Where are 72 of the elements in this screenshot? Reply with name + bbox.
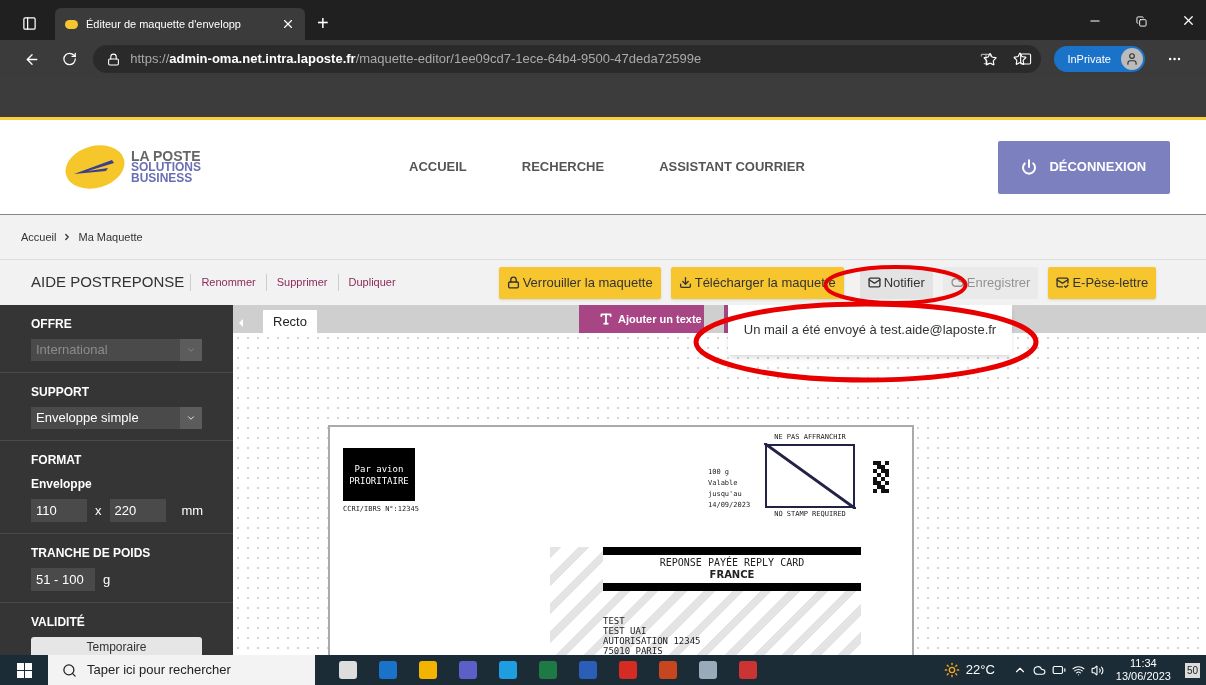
close-icon[interactable] [1181,13,1196,28]
favorites-icon[interactable] [983,51,998,67]
power-icon [1021,159,1038,175]
volume-icon[interactable] [1090,663,1104,677]
temperature: 22°C [965,661,995,680]
height-field[interactable]: 220 [109,499,166,522]
validity-button[interactable]: Temporaire [31,637,202,657]
breadcrumb-link[interactable]: Accueil [21,228,57,246]
address-bar[interactable]: https://admin-oma.net.intra.laposte.fr/maquette-editor/1ee09cd7-1ece-64b4-9500-47deda72599e [93,45,1041,73]
toolbar-button[interactable]: Verrouiller la maquette [498,266,661,299]
nav-link[interactable]: ASSISTANT COURRIER [659,157,805,177]
bird-logo-icon [64,144,126,190]
close-icon[interactable] [281,17,295,31]
unit-label: g [103,570,111,589]
width-field[interactable]: 110 [31,499,87,522]
cloud-icon[interactable] [1032,663,1046,677]
cloud-icon [950,276,964,289]
weather-icon [943,662,960,678]
action-link[interactable]: Dupliquer [337,274,406,291]
profile-button[interactable]: InPrivate [1054,46,1145,72]
times-sign: x [95,501,102,520]
mockup-title: AIDE POSTREPONSE [31,272,185,293]
section-title: FORMAT [31,452,83,469]
refresh-icon[interactable] [62,51,78,67]
new-tab-button[interactable]: + [317,13,329,33]
text-icon [598,312,613,326]
restore-icon[interactable] [1136,16,1147,27]
datamatrix-code-icon [873,460,889,494]
field-label: Enveloppe [31,476,93,493]
notification-count[interactable]: 50 [1184,662,1200,678]
reply-title: REPONSE PAYÉE REPLY CARD [659,557,805,569]
weight-field[interactable]: 51 - 100 [31,568,95,591]
lock-icon [506,276,520,289]
tab-actions-icon[interactable] [22,16,37,31]
envelope-icon [867,276,881,289]
country-label: FRANCE [709,569,755,581]
site-logo-icon [65,19,78,29]
action-link[interactable]: Renommer [190,274,266,291]
notification-text: Un mail a été envoyé à test.aide@laposte.fr [743,321,997,340]
section-title: TRANCHE DE POIDS [31,545,152,562]
envelope-check-icon [1056,276,1070,289]
taskbar-search[interactable]: Taper ici pour rechercher [48,655,315,685]
logout-button[interactable]: DÉCONNEXION [997,140,1170,194]
caret-icon [180,407,202,429]
section-title: OFFRE [31,316,73,333]
wifi-icon[interactable] [1071,663,1085,677]
caret-icon [180,339,202,361]
side-tab[interactable]: Recto [263,310,317,333]
toolbar-button[interactable]: E-Pèse-lettre [1048,266,1157,299]
breadcrumb-link[interactable]: Ma Maquette [78,228,143,246]
avatar-icon [1120,48,1143,70]
airmail-label: Par avion PRIORITAIRE [343,448,415,501]
dropdown[interactable]: Enveloppe simple [31,407,202,429]
section-title: VALIDITÉ [31,613,86,631]
action-link[interactable]: Supprimer [265,274,338,291]
clock[interactable]: 11:34 13/06/2023 [1115,657,1171,683]
address-text: TEST TEST UAI AUTORISATION 12345 75010 PARIS [603,616,701,655]
crossed-stamp-box-icon [764,442,856,509]
unit-label: mm [181,501,204,520]
collections-icon[interactable] [1019,52,1033,66]
battery-icon[interactable] [1051,663,1066,677]
read-aloud-icon[interactable] [979,52,993,66]
section-title: SUPPORT [31,384,90,401]
nav-link[interactable]: RECHERCHE [521,157,605,177]
browser-tab[interactable]: Éditeur de maquette d'envelopp [55,8,305,40]
search-icon [62,662,77,678]
logo-text: LA POSTE SOLUTIONS BUSINESS [131,150,201,184]
lock-icon [107,52,121,66]
add-text-button[interactable]: Ajouter un texte [578,305,704,333]
nav-link[interactable]: ACCUEIL [409,157,467,177]
favorite-icon[interactable] [1013,52,1027,66]
download-icon [678,276,692,289]
